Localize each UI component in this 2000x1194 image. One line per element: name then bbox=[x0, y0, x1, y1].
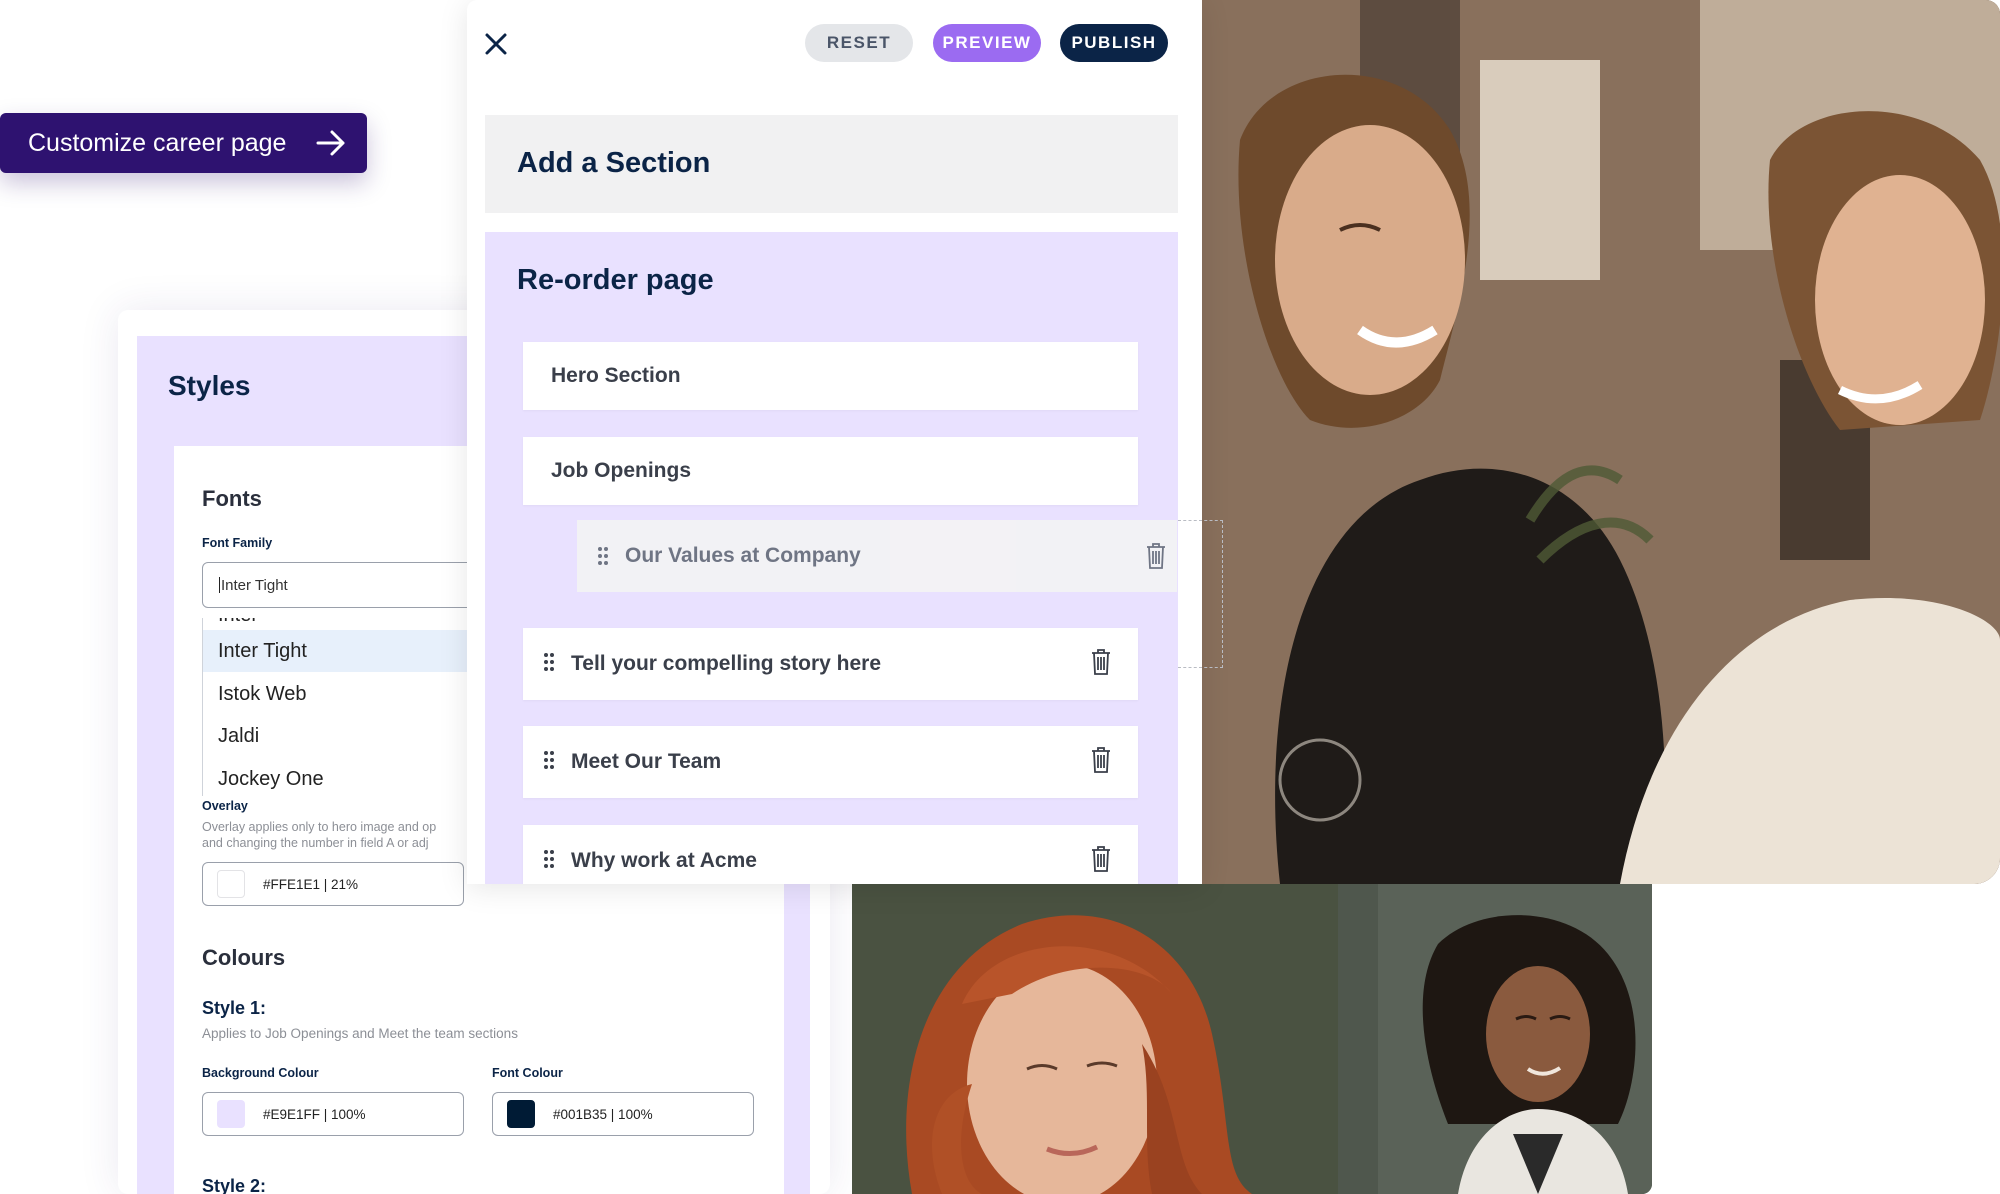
style-2-heading: Style 2: bbox=[202, 1176, 267, 1194]
customize-career-page-label: Customize career page bbox=[28, 128, 287, 157]
arrow-right-icon bbox=[316, 130, 345, 156]
drag-handle-icon[interactable] bbox=[597, 546, 609, 566]
hero-photo-two-women bbox=[1200, 0, 2000, 884]
section-row-job-openings[interactable]: Job Openings bbox=[523, 437, 1138, 505]
section-row-story[interactable]: Tell your compelling story here bbox=[523, 628, 1138, 700]
reset-button[interactable]: RESET bbox=[805, 24, 913, 62]
section-label: Meet Our Team bbox=[571, 750, 722, 773]
font-colour-value: #001B35 | 100% bbox=[553, 1106, 653, 1122]
redhead-woman-photo bbox=[852, 884, 1338, 1194]
background-colour-swatch[interactable] bbox=[217, 1100, 245, 1128]
section-label: Hero Section bbox=[551, 364, 681, 387]
overlay-description-line-2: and changing the number in field A or ad… bbox=[202, 836, 429, 850]
section-label: Why work at Acme bbox=[571, 849, 757, 872]
publish-button[interactable]: PUBLISH bbox=[1060, 24, 1168, 62]
drag-handle-icon[interactable] bbox=[543, 652, 555, 672]
dragging-section-our-values[interactable]: Our Values at Company bbox=[577, 520, 1177, 592]
overlay-colour-swatch[interactable] bbox=[217, 870, 245, 898]
section-row-why-work-at-acme[interactable]: Why work at Acme bbox=[523, 825, 1138, 884]
page-editor-modal: RESET PREVIEW PUBLISH Add a Section Re-o… bbox=[467, 0, 1202, 884]
overlay-label: Overlay bbox=[202, 799, 248, 813]
fonts-heading: Fonts bbox=[202, 486, 262, 511]
curly-hair-woman-photo bbox=[1338, 884, 1652, 1194]
trash-icon[interactable] bbox=[1090, 746, 1112, 774]
drag-handle-icon[interactable] bbox=[543, 750, 555, 770]
style-1-description: Applies to Job Openings and Meet the tea… bbox=[202, 1026, 518, 1041]
colours-heading: Colours bbox=[202, 945, 286, 970]
background-colour-value: #E9E1FF | 100% bbox=[263, 1106, 366, 1122]
section-label: Our Values at Company bbox=[625, 544, 861, 567]
trash-icon[interactable] bbox=[1145, 542, 1167, 570]
add-section-panel[interactable]: Add a Section bbox=[485, 115, 1178, 213]
curly-hair-woman-illustration bbox=[1338, 884, 1652, 1194]
style-1-heading: Style 1: bbox=[202, 998, 267, 1018]
overlay-description-line-1: Overlay applies only to hero image and o… bbox=[202, 820, 437, 834]
drop-target-outline bbox=[1178, 520, 1223, 668]
hero-photo-illustration bbox=[1200, 0, 2000, 884]
customize-career-page-button[interactable]: Customize career page bbox=[0, 113, 367, 173]
close-icon[interactable] bbox=[482, 30, 510, 58]
background-colour-label: Background Colour bbox=[202, 1066, 319, 1080]
drag-handle-icon[interactable] bbox=[543, 849, 555, 869]
font-colour-swatch[interactable] bbox=[507, 1100, 535, 1128]
overlay-colour-value: #FFE1E1 | 21% bbox=[263, 876, 359, 892]
section-row-hero[interactable]: Hero Section bbox=[523, 342, 1138, 410]
trash-icon[interactable] bbox=[1090, 845, 1112, 873]
font-family-label: Font Family bbox=[202, 536, 273, 550]
reorder-page-title: Re-order page bbox=[517, 264, 714, 296]
preview-button[interactable]: PREVIEW bbox=[933, 24, 1041, 62]
font-family-value: Inter Tight bbox=[221, 576, 288, 594]
section-label: Tell your compelling story here bbox=[571, 652, 882, 675]
redhead-woman-illustration bbox=[852, 884, 1338, 1194]
background-colour-input[interactable]: #E9E1FF | 100% bbox=[202, 1092, 464, 1136]
add-section-title: Add a Section bbox=[517, 147, 711, 179]
font-colour-input[interactable]: #001B35 | 100% bbox=[492, 1092, 754, 1136]
trash-icon[interactable] bbox=[1090, 648, 1112, 676]
overlay-colour-input[interactable]: #FFE1E1 | 21% bbox=[202, 862, 464, 906]
font-colour-label: Font Colour bbox=[492, 1066, 563, 1080]
overlay-description: Overlay applies only to hero image and o… bbox=[202, 819, 502, 851]
styles-title: Styles bbox=[168, 370, 251, 401]
section-label: Job Openings bbox=[551, 459, 692, 482]
text-cursor bbox=[219, 577, 220, 593]
section-row-meet-our-team[interactable]: Meet Our Team bbox=[523, 726, 1138, 798]
